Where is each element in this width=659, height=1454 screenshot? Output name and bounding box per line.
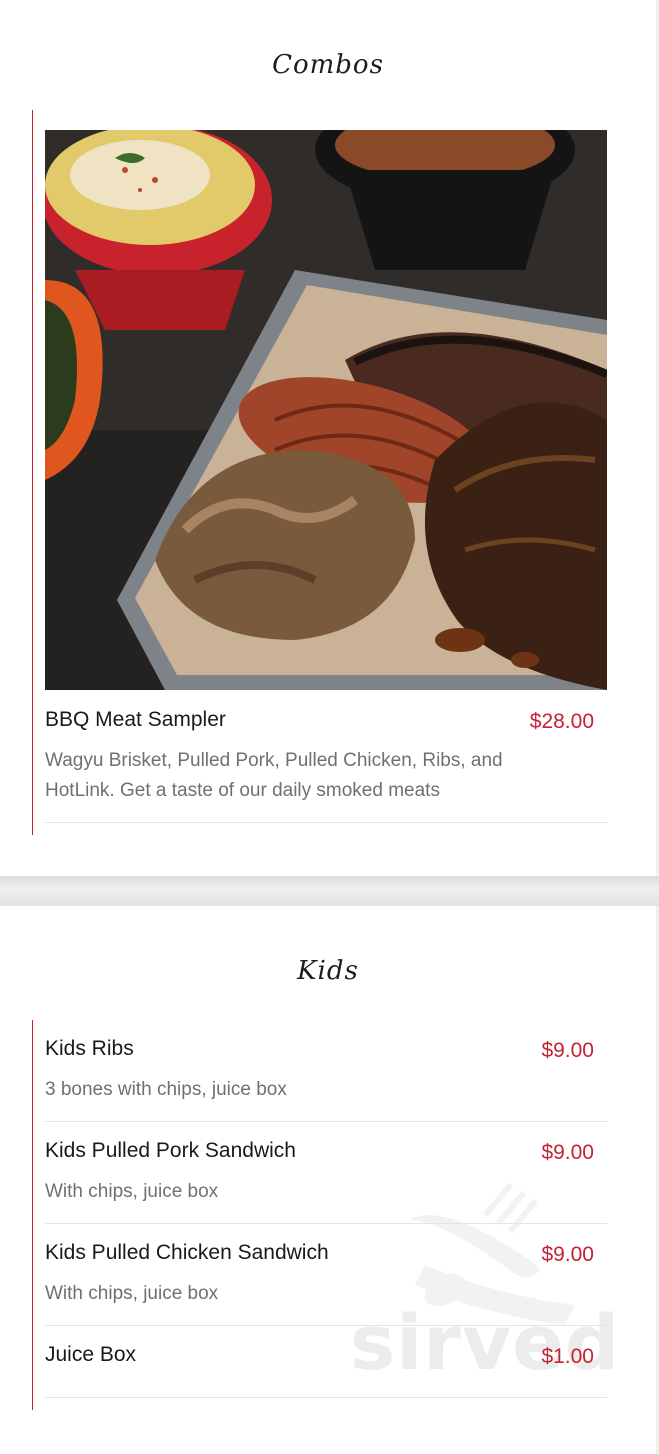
item-name: Kids Ribs (45, 1037, 134, 1060)
item-price: $1.00 (541, 1345, 594, 1368)
item-divider (45, 1325, 607, 1326)
item-description: 3 bones with chips, juice box (45, 1079, 287, 1100)
item-divider (45, 1121, 607, 1122)
menu-item-kids-ribs[interactable]: Kids Ribs $9.00 3 bones with chips, juic… (45, 1037, 607, 1123)
menu-item-kids-pulled-chicken-sandwich[interactable]: Kids Pulled Chicken Sandwich $9.00 With … (45, 1241, 607, 1327)
section-title-kids: Kids (297, 956, 359, 986)
item-price: $9.00 (541, 1039, 594, 1062)
item-name: Kids Pulled Pork Sandwich (45, 1139, 296, 1162)
menu-item-juice-box[interactable]: Juice Box $1.00 (45, 1343, 607, 1399)
item-price: $9.00 (541, 1141, 594, 1164)
menu-item-bbq-meat-sampler[interactable]: BBQ Meat Sampler $28.00 Wagyu Brisket, P… (45, 708, 607, 824)
item-price: $9.00 (541, 1243, 594, 1266)
item-name: Kids Pulled Chicken Sandwich (45, 1241, 329, 1264)
item-divider (45, 1397, 607, 1398)
item-name: Juice Box (45, 1343, 137, 1366)
item-photo-bbq-meat-sampler[interactable] (45, 130, 607, 690)
item-description: With chips, juice box (45, 1181, 219, 1202)
item-description: Wagyu Brisket, Pulled Pork, Pulled Chick… (45, 750, 503, 801)
accent-line (32, 110, 33, 835)
section-title-combos: Combos (272, 50, 384, 80)
item-price: $28.00 (529, 710, 594, 733)
item-description: With chips, juice box (45, 1283, 219, 1304)
section-divider-band (0, 876, 659, 906)
item-name: BBQ Meat Sampler (45, 708, 226, 731)
item-divider (45, 822, 607, 823)
menu-item-kids-pulled-pork-sandwich[interactable]: Kids Pulled Pork Sandwich $9.00 With chi… (45, 1139, 607, 1225)
accent-line (32, 1020, 33, 1410)
item-divider (45, 1223, 607, 1224)
